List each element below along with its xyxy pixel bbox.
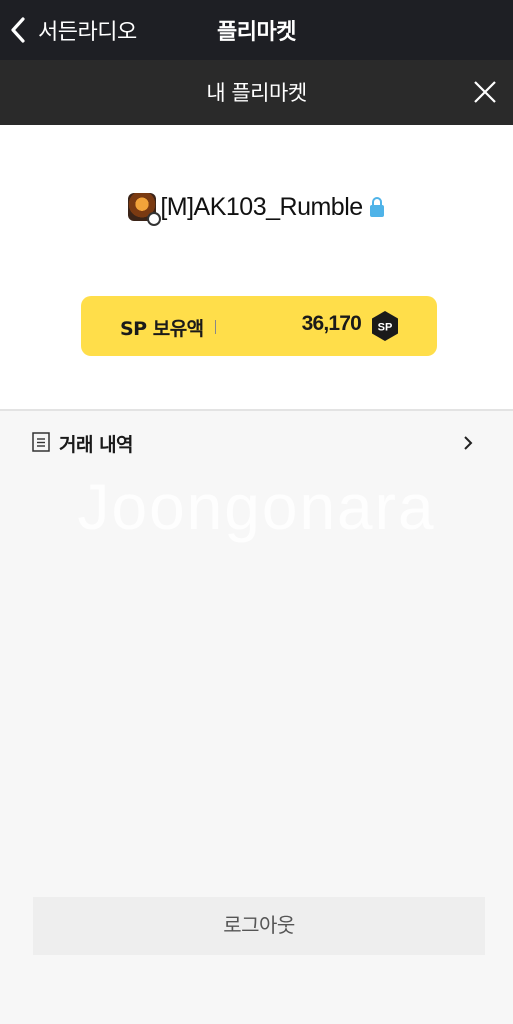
sp-coin-icon: SP [372,311,398,341]
profile-section: [M]AK103_Rumble SP 보유액 36,170 SP [0,125,513,410]
divider [215,320,216,334]
transaction-history-row[interactable]: 거래 내역 [0,418,513,468]
rank-badge-icon [147,212,162,226]
close-icon[interactable] [473,80,497,104]
sp-balance-label: SP 보유액 [120,318,204,340]
transaction-history-label: 거래 내역 [59,434,134,456]
watermark: Joongonara [77,471,436,543]
chevron-right-icon [464,436,473,450]
sub-header-title: 내 플리마켓 [206,81,307,105]
sub-header: 내 플리마켓 [0,60,513,125]
user-row: [M]AK103_Rumble [0,187,513,227]
page-title: 플리마켓 [217,20,296,45]
sp-balance-amount: 36,170 [301,312,362,335]
sp-balance-card: SP 보유액 36,170 SP [81,296,437,356]
avatar [128,193,162,226]
top-bar: 서든라디오 플리마켓 [0,0,513,60]
username: [M]AK103_Rumble [160,192,363,221]
logout-button[interactable]: 로그아웃 [33,897,485,955]
lock-icon [369,197,384,217]
section-divider [0,409,513,411]
document-list-icon [32,432,50,452]
sp-coin-text: SP [378,322,393,334]
